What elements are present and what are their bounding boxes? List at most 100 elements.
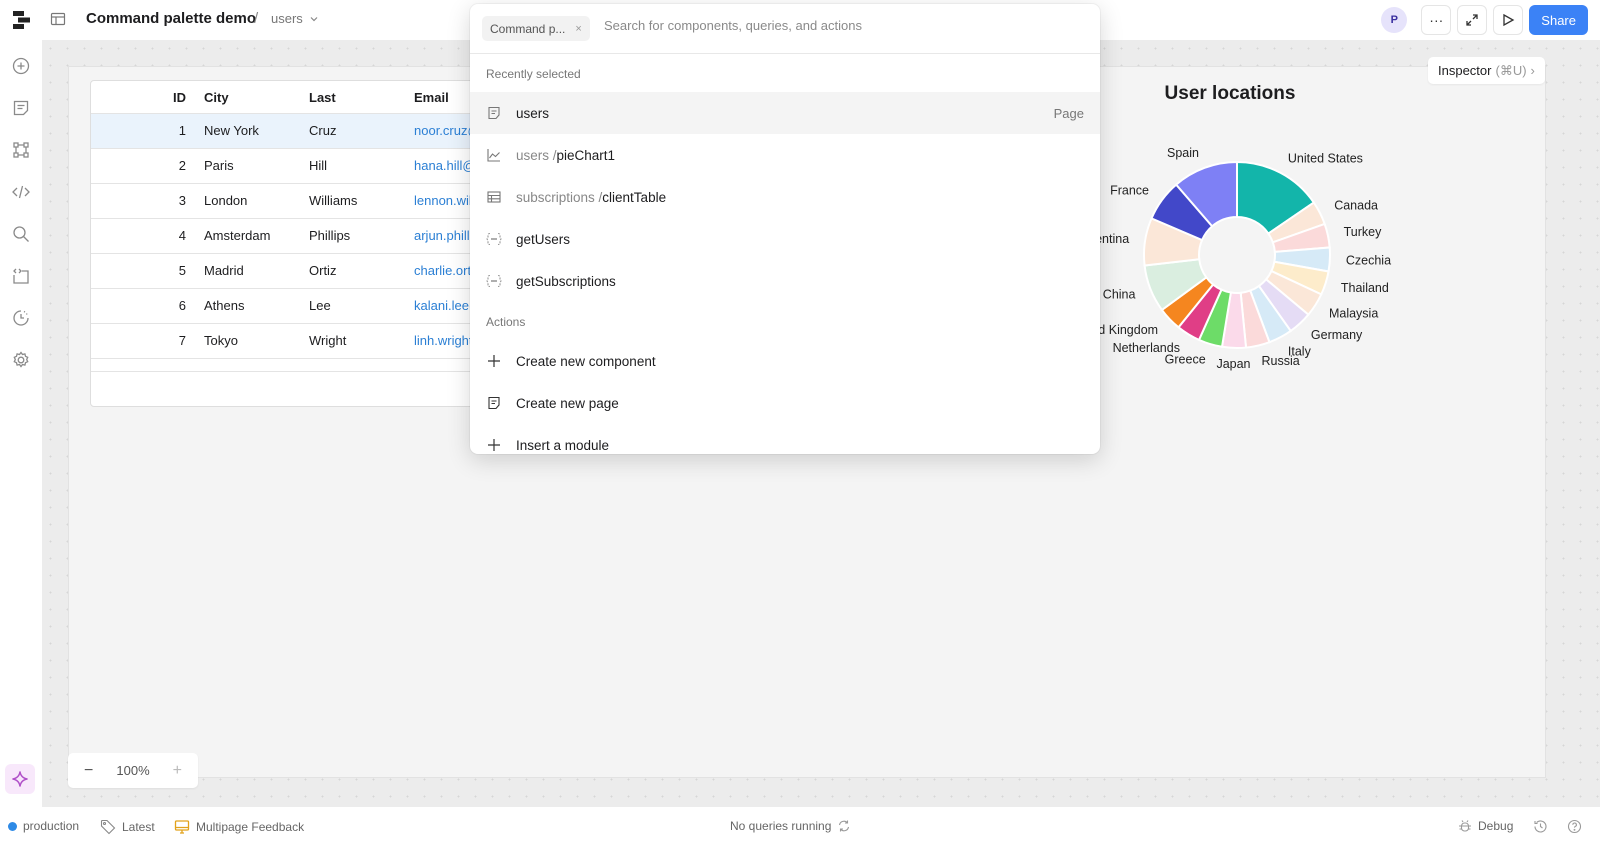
cell-email[interactable]: linh.wright: [414, 333, 473, 348]
cell-email[interactable]: arjun.phill: [414, 228, 470, 243]
sparkle-icon: [12, 771, 28, 787]
page-name: users: [271, 11, 303, 26]
ai-assist-button[interactable]: [5, 764, 35, 794]
settings-icon[interactable]: [11, 350, 31, 370]
tag-icon: [100, 819, 116, 835]
item-prefix: users /: [516, 147, 557, 163]
cell-last: Hill: [309, 158, 328, 173]
cell-city: Amsterdam: [204, 228, 271, 243]
palette-item-clienttable[interactable]: subscriptions / clientTable: [470, 176, 1100, 218]
column-header-email[interactable]: Email: [414, 90, 449, 105]
inspector-shortcut: (⌘U): [1495, 62, 1527, 78]
top-actions: P ··· Share: [1381, 5, 1588, 35]
cell-last: Williams: [309, 193, 358, 208]
avatar[interactable]: P: [1381, 7, 1408, 33]
table-row[interactable]: 5 Madrid Ortiz charlie.ort: [91, 254, 489, 289]
plus-icon: [486, 437, 502, 453]
app-title: Command palette demo: [86, 10, 257, 27]
table-icon: [486, 189, 502, 205]
palette-item-piechart1[interactable]: users / pieChart1: [470, 134, 1100, 176]
action-insert-module[interactable]: Insert a module: [470, 424, 1100, 454]
code-block-icon[interactable]: [11, 266, 31, 286]
scope-chip[interactable]: Command p... ×: [482, 16, 590, 41]
close-icon[interactable]: ×: [575, 23, 581, 35]
table-row[interactable]: 3 London Williams lennon.wil: [91, 184, 489, 219]
query-icon: [486, 231, 502, 247]
code-icon[interactable]: [11, 182, 31, 202]
column-header-last[interactable]: Last: [309, 90, 336, 105]
cell-id: 7: [178, 333, 186, 348]
cell-city: Tokyo: [204, 333, 238, 348]
table-row[interactable]: 4 Amsterdam Phillips arjun.phill: [91, 219, 489, 254]
palette-item-getusers[interactable]: getUsers: [470, 218, 1100, 260]
cell-id: 4: [178, 228, 186, 243]
table-row[interactable]: 6 Athens Lee kalani.lee@: [91, 289, 489, 324]
cell-id: 1: [178, 123, 186, 138]
chart-title: User locations: [1164, 83, 1296, 104]
pie-chart: United States Canada Turkey Czechia Thailand…: [1090, 146, 1391, 371]
retool-logo-icon[interactable]: [12, 10, 32, 30]
zoom-out-button[interactable]: −: [84, 762, 93, 780]
page-selector[interactable]: users: [271, 11, 319, 26]
version-selector[interactable]: Latest: [100, 819, 155, 835]
item-prefix: subscriptions /: [516, 189, 603, 205]
monitor-icon: [174, 820, 190, 834]
cell-last: Phillips: [309, 228, 351, 243]
column-header-city[interactable]: City: [204, 90, 229, 105]
cell-id: 2: [178, 158, 186, 173]
item-name: getSubscriptions: [516, 273, 616, 289]
cell-email[interactable]: hana.hill@: [414, 158, 476, 173]
inspector-toggle[interactable]: Inspector (⌘U) ›: [1428, 57, 1545, 84]
feedback-link[interactable]: Multipage Feedback: [174, 819, 304, 835]
component-tree-icon[interactable]: [11, 140, 31, 160]
palette-item-users-page[interactable]: users Page: [470, 92, 1100, 134]
zoom-control: − 100% +: [68, 753, 198, 788]
chart-icon: [486, 147, 502, 163]
users-table[interactable]: ID City Last Email 1 New York Cruz noor.cru…: [90, 80, 490, 407]
debug-button[interactable]: Debug: [1458, 819, 1513, 833]
help-icon[interactable]: [1567, 819, 1582, 834]
breadcrumb-separator: /: [254, 10, 259, 27]
pie-label: United States: [1288, 152, 1363, 166]
action-create-component[interactable]: Create new component: [470, 340, 1100, 382]
cell-city: Athens: [204, 298, 245, 313]
more-icon: ···: [1429, 12, 1444, 28]
page-icon: [486, 105, 502, 121]
environment-label: production: [23, 819, 80, 833]
cell-id: 5: [178, 263, 186, 278]
bug-icon: [1459, 820, 1471, 832]
table-row[interactable]: 1 New York Cruz noor.cruz@: [91, 114, 489, 149]
pie-label: China: [1103, 288, 1136, 302]
zoom-in-button[interactable]: +: [173, 762, 182, 780]
more-button[interactable]: ···: [1421, 5, 1452, 35]
query-status[interactable]: No queries running: [730, 819, 851, 833]
add-component-icon[interactable]: [11, 56, 31, 76]
layout-icon[interactable]: [50, 11, 66, 27]
cell-email[interactable]: lennon.wil: [414, 193, 472, 208]
item-name: pieChart1: [556, 147, 616, 163]
column-header-id[interactable]: ID: [173, 90, 186, 105]
table-row-partial[interactable]: [91, 359, 489, 372]
share-button[interactable]: Share: [1529, 5, 1588, 35]
action-create-page[interactable]: Create new page: [470, 382, 1100, 424]
pie-label: Netherlands: [1113, 341, 1180, 355]
pie-label: Czechia: [1346, 253, 1391, 267]
cell-email[interactable]: charlie.ort: [414, 263, 471, 278]
cell-last: Wright: [309, 333, 347, 348]
pie-label: Japan: [1216, 357, 1250, 371]
table-row[interactable]: 7 Tokyo Wright linh.wright: [91, 324, 489, 359]
history-icon[interactable]: [1533, 819, 1548, 834]
preview-button[interactable]: [1493, 5, 1524, 35]
palette-search-input[interactable]: [604, 18, 1084, 33]
expand-button[interactable]: [1457, 5, 1488, 35]
environment-selector[interactable]: production: [8, 819, 79, 833]
table-row[interactable]: 2 Paris Hill hana.hill@: [91, 149, 489, 184]
pages-icon[interactable]: [11, 98, 31, 118]
actions-section-label: Actions: [486, 315, 526, 329]
cell-city: London: [204, 193, 248, 208]
palette-item-getsubscriptions[interactable]: getSubscriptions: [470, 260, 1100, 302]
cell-city: New York: [204, 123, 259, 138]
status-bar: production Latest Multipage Feedback No …: [0, 807, 1600, 849]
history-icon[interactable]: [11, 308, 31, 328]
search-icon[interactable]: [11, 224, 31, 244]
